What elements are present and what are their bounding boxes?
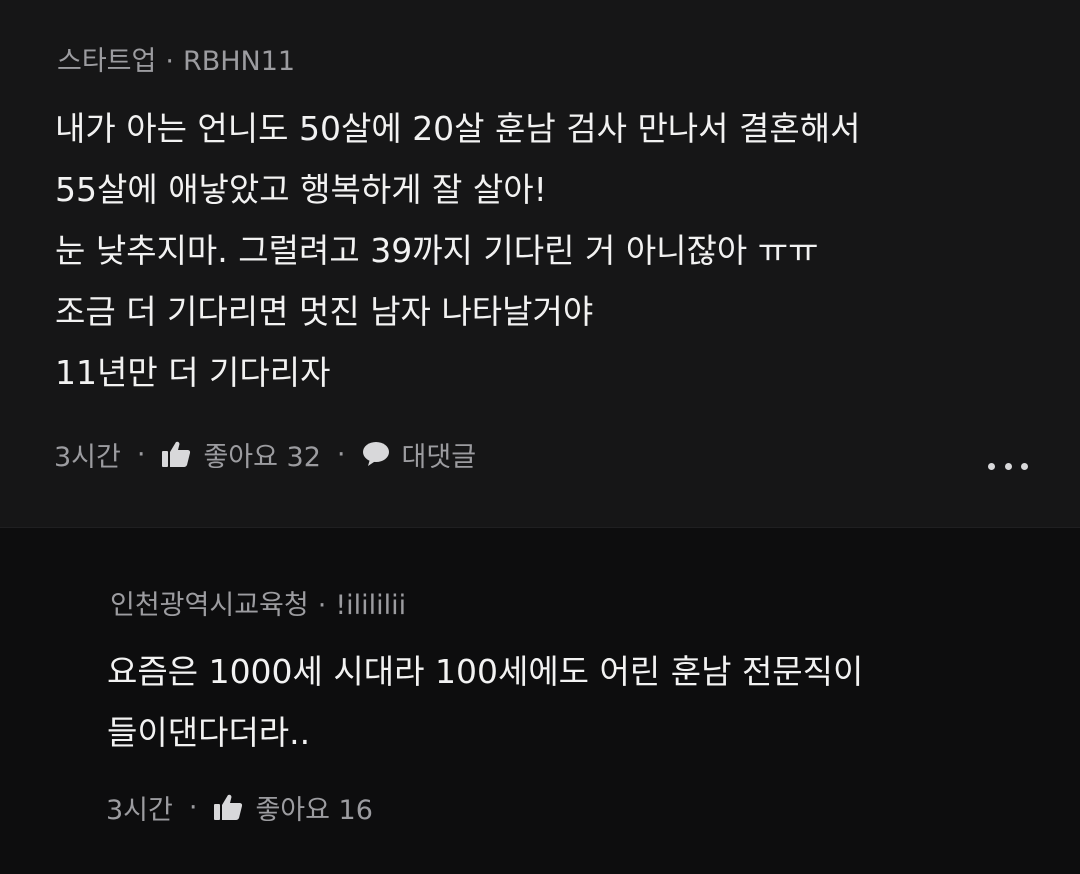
meta-separator: · <box>317 590 327 621</box>
reply-like-count: 좋아요 16 <box>255 794 373 826</box>
channel-name[interactable]: 스타트업 <box>57 46 156 77</box>
reply-button[interactable]: 대댓글 <box>362 435 477 474</box>
meta-separator: · <box>165 46 174 77</box>
comment-actions: 3시간 · 좋아요 32 · 대댓글 <box>54 434 476 474</box>
comment-meta: 스타트업 · RBHN11 <box>57 42 295 82</box>
reply-comment: 인천광역시교육청 · !ilililiⅰ 요즘은 1000세 시대라 100세에도 … <box>0 529 1080 874</box>
reply-actions: 3시간 · 좋아요 16 <box>106 787 373 827</box>
reply-meta: 인천광역시교육청 · !ilililiⅰ <box>110 586 406 626</box>
action-separator: · <box>136 438 146 470</box>
comment-main: 스타트업 · RBHN11 내가 아는 언니도 50살에 20살 훈남 검사 만나서… <box>0 0 1080 528</box>
action-separator: · <box>336 438 346 470</box>
more-dot <box>1021 462 1028 470</box>
comment-body: 내가 아는 언니도 50살에 20살 훈남 검사 만나서 결혼해서 55살에 애… <box>55 109 861 392</box>
thumbs-up-icon <box>213 793 243 821</box>
more-horizontal-icon <box>988 462 995 470</box>
reply-body: 요즘은 1000세 시대라 100세에도 어린 훈남 전문직이 들이댄다더라.. <box>107 652 864 752</box>
like-button[interactable]: 좋아요 32 <box>161 435 321 474</box>
more-dot <box>1004 462 1012 470</box>
thumbs-up-icon <box>161 440 191 468</box>
reply-label: 대댓글 <box>401 441 477 473</box>
author-name[interactable]: RBHN11 <box>183 46 295 77</box>
reply-like-button[interactable]: 좋아요 16 <box>213 788 373 827</box>
more-options-button[interactable] <box>988 455 1028 477</box>
like-count: 좋아요 32 <box>203 441 321 473</box>
reply-author-name[interactable]: !ilililiⅰ <box>335 590 406 621</box>
reply-channel-name[interactable]: 인천광역시교육청 <box>110 590 309 621</box>
action-separator: · <box>188 791 198 823</box>
speech-bubble-icon <box>362 441 390 467</box>
comment-time: 3시간 <box>54 441 121 473</box>
reply-time: 3시간 <box>106 794 173 826</box>
